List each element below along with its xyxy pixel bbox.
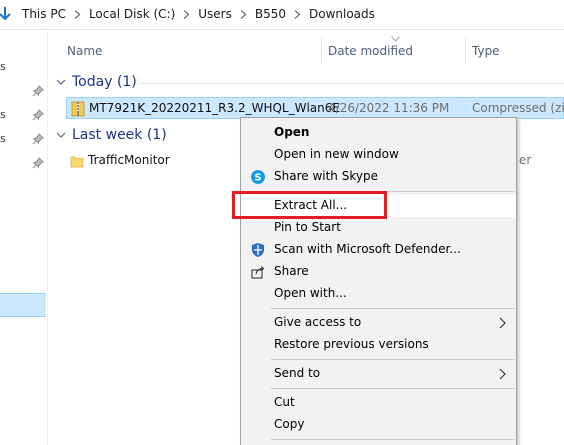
menu-separator: [271, 388, 515, 389]
zip-folder-icon: [71, 101, 85, 117]
context-menu: Open Open in new window S Share with Sky…: [240, 117, 517, 445]
column-header-name[interactable]: Name: [67, 44, 102, 58]
column-divider[interactable]: [465, 38, 466, 64]
pin-icon[interactable]: [32, 157, 44, 169]
down-arrow-icon[interactable]: [0, 6, 12, 22]
breadcrumb-users[interactable]: Users: [198, 7, 232, 21]
file-type: Compressed (zipp: [472, 101, 564, 115]
menu-item-label: Restore previous versions: [274, 337, 429, 351]
nav-item-fragment[interactable]: s: [0, 132, 6, 145]
group-label: Last week (1): [72, 127, 167, 143]
menu-item-share[interactable]: Share: [241, 261, 516, 283]
group-header-last-week[interactable]: Last week (1): [56, 127, 167, 143]
chevron-right-icon[interactable]: [240, 9, 247, 19]
chevron-down-icon[interactable]: [56, 130, 66, 140]
file-type: er: [519, 153, 532, 167]
chevron-right-icon[interactable]: [183, 9, 190, 19]
menu-separator: [271, 308, 515, 309]
menu-item-restore-previous-versions[interactable]: Restore previous versions: [241, 334, 516, 356]
group-divider: [140, 83, 564, 84]
menu-separator: [271, 439, 515, 440]
menu-item-send-to[interactable]: Send to: [241, 363, 516, 385]
pin-icon[interactable]: [32, 133, 44, 145]
menu-item-pin-to-start[interactable]: Pin to Start: [241, 217, 516, 239]
breadcrumb-local-disk[interactable]: Local Disk (C:): [89, 7, 175, 21]
nav-item-selected[interactable]: [0, 293, 46, 317]
column-header-date-modified[interactable]: Date modified: [328, 44, 413, 58]
menu-item-share-with-skype[interactable]: S Share with Skype: [241, 166, 516, 188]
breadcrumb-b550[interactable]: B550: [255, 7, 286, 21]
pin-icon[interactable]: [32, 109, 44, 121]
menu-item-open[interactable]: Open: [241, 122, 516, 144]
menu-item-label: Open in new window: [274, 147, 399, 161]
menu-item-open-with[interactable]: Open with...: [241, 283, 516, 305]
address-bar[interactable]: This PC Local Disk (C:) Users B550 Downl…: [0, 0, 564, 30]
menu-item-label: Copy: [274, 417, 305, 431]
menu-item-scan-with-defender[interactable]: Scan with Microsoft Defender...: [241, 239, 516, 261]
chevron-right-icon[interactable]: [74, 9, 81, 19]
menu-item-label: Give access to: [274, 315, 362, 329]
file-row[interactable]: MT7921K_20220211_R3.2_WHQL_Wlan6E 4/26/2…: [66, 97, 564, 119]
menu-item-copy[interactable]: Copy: [241, 414, 516, 436]
column-divider[interactable]: [321, 38, 322, 64]
chevron-right-icon[interactable]: [294, 9, 301, 19]
menu-item-label: Send to: [274, 366, 321, 380]
menu-item-give-access-to[interactable]: Give access to: [241, 312, 516, 334]
navigation-pane: s s s: [0, 30, 48, 445]
nav-item-fragment[interactable]: s: [0, 108, 6, 121]
breadcrumb: This PC Local Disk (C:) Users B550 Downl…: [22, 7, 375, 21]
file-date-modified: 4/26/2022 11:36 PM: [328, 101, 450, 115]
column-headers: Name Date modified Type: [56, 36, 564, 66]
group-label: Today (1): [72, 74, 137, 90]
menu-item-label: Open: [274, 125, 310, 139]
folder-icon: [70, 156, 84, 168]
submenu-arrow-icon: [499, 317, 506, 329]
menu-item-label: Cut: [274, 395, 295, 409]
chevron-down-icon[interactable]: [56, 77, 66, 87]
breadcrumb-downloads[interactable]: Downloads: [309, 7, 375, 21]
menu-item-label: Pin to Start: [274, 220, 341, 234]
sort-caret-icon: [391, 36, 400, 42]
share-icon: [251, 266, 265, 279]
annotation-highlight-box: [232, 191, 387, 219]
pin-icon[interactable]: [32, 85, 44, 97]
menu-separator: [271, 359, 515, 360]
svg-text:S: S: [254, 173, 261, 184]
menu-item-label: Open with...: [274, 286, 347, 300]
breadcrumb-this-pc[interactable]: This PC: [22, 7, 66, 21]
file-name[interactable]: MT7921K_20220211_R3.2_WHQL_Wlan6E: [89, 101, 340, 115]
menu-item-open-in-new-window[interactable]: Open in new window: [241, 144, 516, 166]
menu-item-label: Share with Skype: [274, 169, 378, 183]
group-header-today[interactable]: Today (1): [56, 74, 137, 90]
skype-icon: S: [251, 170, 265, 184]
submenu-arrow-icon: [499, 368, 506, 380]
menu-item-label: Scan with Microsoft Defender...: [274, 242, 461, 256]
menu-item-label: Share: [274, 264, 309, 278]
nav-item-fragment[interactable]: s: [0, 60, 6, 73]
defender-icon: [252, 243, 264, 257]
column-header-type[interactable]: Type: [472, 44, 500, 58]
file-name[interactable]: TrafficMonitor: [88, 153, 170, 167]
menu-item-cut[interactable]: Cut: [241, 392, 516, 414]
